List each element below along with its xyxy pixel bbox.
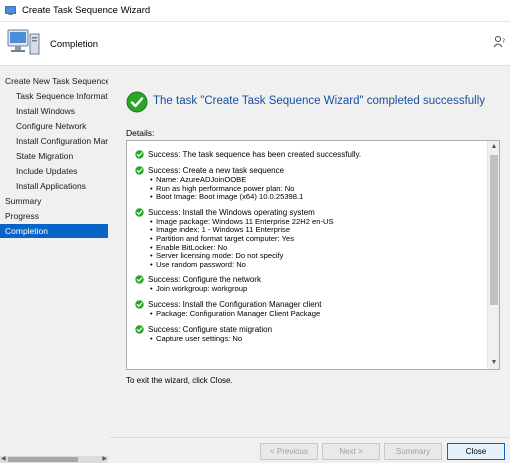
- page-title: Completion: [50, 39, 99, 50]
- detail-list-item: Capture user settings: No: [150, 334, 480, 344]
- detail-entry-heading: Success: The task sequence has been crea…: [148, 150, 362, 159]
- sidebar-item-completion: Completion: [0, 224, 108, 238]
- sidebar-item-install-windows: Install Windows: [16, 106, 76, 116]
- sidebar-item-state-migration: State Migration: [16, 151, 74, 161]
- window-title: Create Task Sequence Wizard: [22, 5, 151, 16]
- wizard-app-icon: [5, 5, 16, 16]
- green-check-icon: [135, 166, 144, 175]
- sidebar-item-include-updates: Include Updates: [16, 166, 78, 176]
- main-panel: The task "Create Task Sequence Wizard" c…: [110, 66, 510, 437]
- green-check-icon: [135, 324, 144, 334]
- scrollbar-thumb[interactable]: [8, 457, 78, 462]
- details-vertical-scrollbar[interactable]: ▲ ▼: [487, 141, 499, 369]
- scroll-up-icon[interactable]: ▲: [488, 141, 499, 153]
- green-check-icon: [135, 150, 144, 159]
- detail-entry: Success: Install the Windows operating s…: [135, 208, 480, 270]
- sidebar-item-install-configuration-manager: Install Configuration Mar: [16, 136, 108, 146]
- detail-entry-list: Join workgroup: workgroup: [135, 285, 480, 294]
- svg-text:?: ?: [502, 38, 505, 45]
- previous-button: < Previous: [260, 443, 318, 460]
- detail-list-item: Join workgroup: workgroup: [150, 285, 480, 294]
- sidebar-item-install-applications: Install Applications: [16, 181, 86, 191]
- sidebar-item-summary: Summary: [5, 196, 42, 206]
- wizard-header: Completion ?: [0, 22, 510, 66]
- sidebar-item-configure-network: Configure Network: [16, 121, 87, 131]
- detail-list-item: Package: Configuration Manager Client Pa…: [150, 309, 480, 319]
- detail-entry-list: Image package: Windows 11 Enterprise 22H…: [135, 217, 480, 270]
- title-bar: Create Task Sequence Wizard: [0, 0, 510, 22]
- detail-entry: Success: The task sequence has been crea…: [135, 150, 480, 160]
- sidebar-item-task-sequence-information: Task Sequence Informatic: [16, 91, 108, 101]
- close-button[interactable]: Close: [447, 443, 505, 460]
- green-check-icon: [126, 91, 148, 113]
- exit-instruction: To exit the wizard, click Close.: [126, 376, 233, 385]
- details-label: Details:: [126, 128, 155, 138]
- details-content: Success: The task sequence has been crea…: [135, 150, 480, 349]
- green-check-icon: [135, 300, 144, 309]
- scroll-left-icon[interactable]: ◀: [1, 456, 6, 463]
- computer-icon: [6, 28, 42, 60]
- next-button: Next >: [322, 443, 380, 460]
- green-check-icon: [135, 208, 144, 217]
- detail-list-item: Use random password: No: [150, 260, 480, 270]
- detail-entry: Success: Configure the networkJoin workg…: [135, 275, 480, 294]
- scroll-down-icon[interactable]: ▼: [488, 357, 499, 369]
- help-person-icon[interactable]: ?: [493, 35, 507, 49]
- detail-entry: Success: Install the Configuration Manag…: [135, 300, 480, 319]
- sidebar-item-progress: Progress: [5, 211, 40, 221]
- detail-entry-list: Package: Configuration Manager Client Pa…: [135, 309, 480, 319]
- detail-entry: Success: Create a new task sequenceName:…: [135, 166, 480, 202]
- wizard-steps-sidebar: Create New Task Sequence Task Sequence I…: [0, 66, 108, 463]
- green-check-icon: [135, 275, 144, 285]
- detail-entry: Success: Configure state migrationCaptur…: [135, 325, 480, 344]
- success-message: The task "Create Task Sequence Wizard" c…: [153, 95, 486, 107]
- sidebar-item-create-new-task-sequence: Create New Task Sequence: [5, 76, 108, 86]
- sidebar-horizontal-scrollbar[interactable]: ◀ ▶: [0, 456, 108, 463]
- detail-entry-list: Name: AzureADJoinOOBERun as high perform…: [135, 175, 480, 202]
- scrollbar-thumb[interactable]: [490, 155, 498, 305]
- details-textbox[interactable]: Success: The task sequence has been crea…: [126, 140, 500, 370]
- scroll-right-icon[interactable]: ▶: [102, 456, 107, 463]
- summary-button: Summary: [384, 443, 442, 460]
- detail-entry-list: Capture user settings: No: [135, 334, 480, 344]
- detail-list-item: Boot Image: Boot image (x64) 10.0.25398.…: [150, 193, 480, 202]
